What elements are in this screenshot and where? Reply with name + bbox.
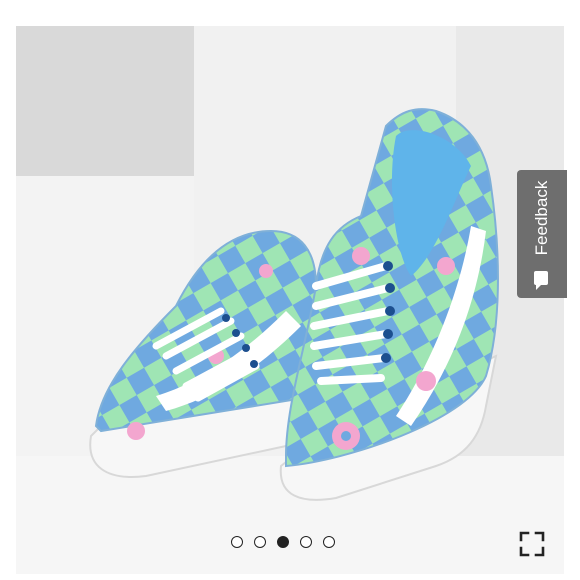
- right-shoe: [279, 108, 499, 501]
- carousel-dot-4[interactable]: [300, 536, 312, 548]
- feedback-label: Feedback: [532, 180, 551, 256]
- speech-bubble-icon: [534, 271, 548, 290]
- carousel-dot-5[interactable]: [323, 536, 335, 548]
- feedback-button[interactable]: Feedback: [517, 170, 567, 298]
- fullscreen-button[interactable]: [519, 531, 545, 557]
- carousel-dot-3[interactable]: [277, 536, 289, 548]
- left-shoe: [89, 229, 321, 478]
- product-image: [89, 108, 499, 501]
- carousel-pagination: [231, 536, 335, 552]
- product-image-gallery[interactable]: [16, 26, 564, 574]
- carousel-dot-1[interactable]: [231, 536, 243, 548]
- carousel-dot-2[interactable]: [254, 536, 266, 548]
- fullscreen-icon: [519, 531, 545, 557]
